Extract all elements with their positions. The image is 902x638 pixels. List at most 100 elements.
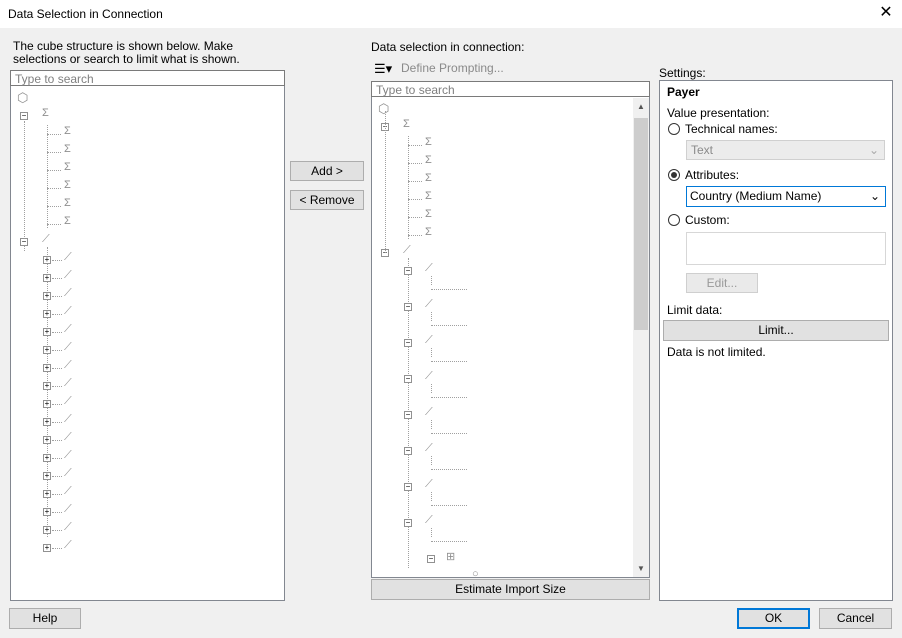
tree-connector	[431, 348, 432, 357]
settings-panel: Payer Value presentation: Technical name…	[659, 80, 893, 601]
tree-connector	[431, 528, 432, 537]
add-button[interactable]: Add >	[290, 161, 364, 181]
expand-toggle-icon[interactable]: +	[43, 508, 51, 516]
expand-toggle-icon[interactable]: +	[43, 544, 51, 552]
sigma-icon: Σ	[64, 197, 71, 209]
tree-connector	[431, 433, 467, 434]
expand-toggle-icon[interactable]: +	[43, 400, 51, 408]
list-menu-icon[interactable]: ☰▾	[374, 61, 392, 77]
collapse-toggle-icon[interactable]: −	[404, 267, 412, 275]
tree-connector	[52, 404, 62, 405]
expand-toggle-icon[interactable]: +	[43, 418, 51, 426]
tree-connector	[52, 260, 62, 261]
expand-toggle-icon[interactable]: +	[43, 274, 51, 282]
collapse-toggle-icon[interactable]: −	[20, 238, 28, 246]
scroll-up-icon[interactable]: ▲	[637, 102, 645, 111]
tree-connector	[52, 332, 62, 333]
expand-toggle-icon[interactable]: +	[43, 382, 51, 390]
tree-connector	[408, 181, 422, 182]
collapse-toggle-icon[interactable]: −	[427, 555, 435, 563]
collapse-toggle-icon[interactable]: −	[20, 112, 28, 120]
tree-connector	[47, 188, 61, 189]
dimension-icon: ⟋	[425, 514, 433, 526]
expand-toggle-icon[interactable]: +	[43, 256, 51, 264]
edit-button[interactable]: Edit...	[686, 273, 758, 293]
custom-radio[interactable]	[668, 214, 680, 226]
limit-status: Data is not limited.	[667, 345, 766, 359]
center-selection-tree[interactable]: ⬡ − Σ Σ Σ Σ Σ Σ Σ − ⟋ − ⟋ − ⟋ − ⟋ − ⟋ − ⟋ − ⟋ − ⟋ − ⟋ − ⊞ ○	[371, 97, 650, 578]
dimension-icon: ⟋	[425, 298, 433, 310]
define-prompting-button[interactable]: Define Prompting...	[401, 61, 504, 75]
expand-toggle-icon[interactable]: +	[43, 310, 51, 318]
limit-data-label: Limit data:	[667, 303, 723, 317]
expand-toggle-icon[interactable]: +	[43, 292, 51, 300]
tree-connector	[47, 170, 61, 171]
tree-connector	[52, 530, 62, 531]
tree-connector	[47, 206, 61, 207]
tree-connector	[47, 224, 61, 225]
expand-toggle-icon[interactable]: +	[43, 526, 51, 534]
center-search-input[interactable]: Type to search	[371, 81, 650, 97]
tree-connector	[431, 325, 467, 326]
expand-toggle-icon[interactable]: +	[43, 454, 51, 462]
help-button[interactable]: Help	[9, 608, 81, 629]
cube-icon: ⬡	[17, 90, 29, 105]
ok-button[interactable]: OK	[737, 608, 810, 629]
technical-names-select[interactable]: Text ⌄	[686, 140, 885, 160]
center-header: Data selection in connection:	[371, 40, 525, 54]
sigma-icon: Σ	[64, 143, 71, 155]
left-search-input[interactable]: Type to search	[10, 70, 285, 86]
technical-names-radio[interactable]	[668, 123, 680, 135]
tree-connector	[47, 152, 61, 153]
scrollbar-thumb[interactable]	[634, 118, 648, 330]
cancel-button[interactable]: Cancel	[819, 608, 892, 629]
remove-button[interactable]: < Remove	[290, 190, 364, 210]
sigma-icon: Σ	[64, 161, 71, 173]
limit-button[interactable]: Limit...	[663, 320, 889, 341]
tree-connector	[52, 440, 62, 441]
attributes-radio[interactable]	[668, 169, 680, 181]
collapse-toggle-icon[interactable]: −	[404, 411, 412, 419]
dimension-icon: ⟋	[425, 406, 433, 418]
dimension-icon: ⟋	[64, 413, 72, 425]
dimension-icon: ⟋	[64, 485, 72, 497]
dimension-icon: ⟋	[64, 539, 72, 551]
tree-connector	[408, 199, 422, 200]
center-scrollbar[interactable]: ▲ ▼	[633, 98, 649, 577]
left-cube-tree[interactable]: ⬡ − Σ Σ Σ Σ Σ Σ Σ − ⟋ + ⟋ + ⟋ + ⟋ + ⟋ + ⟋ + ⟋ + ⟋ + ⟋ + ⟋ + ⟋ + ⟋ + ⟋ + ⟋ + ⟋ +…	[10, 86, 285, 601]
tree-connector	[52, 422, 62, 423]
collapse-toggle-icon[interactable]: −	[404, 303, 412, 311]
scroll-down-icon[interactable]: ▼	[637, 564, 645, 573]
sigma-icon: Σ	[425, 154, 432, 166]
expand-toggle-icon[interactable]: +	[43, 436, 51, 444]
collapse-toggle-icon[interactable]: −	[404, 375, 412, 383]
dimension-icon: ⟋	[425, 478, 433, 490]
technical-names-label: Technical names:	[685, 122, 778, 136]
dimension-icon: ⟋	[64, 305, 72, 317]
sigma-icon: Σ	[403, 118, 410, 130]
expand-toggle-icon[interactable]: +	[43, 328, 51, 336]
expand-toggle-icon[interactable]: +	[43, 490, 51, 498]
expand-toggle-icon[interactable]: +	[43, 364, 51, 372]
custom-input[interactable]	[686, 232, 886, 265]
sigma-icon: Σ	[425, 208, 432, 220]
tree-connector	[52, 368, 62, 369]
expand-toggle-icon[interactable]: +	[43, 346, 51, 354]
expand-toggle-icon[interactable]: +	[43, 472, 51, 480]
tree-connector	[408, 217, 422, 218]
collapse-toggle-icon[interactable]: −	[404, 447, 412, 455]
dimension-icon: ⟋	[64, 395, 72, 407]
tree-connector	[52, 494, 62, 495]
tree-connector	[52, 512, 62, 513]
sigma-icon: Σ	[425, 136, 432, 148]
dimension-icon: ⟋	[403, 244, 411, 256]
dimension-icon: ⟋	[42, 233, 50, 245]
attributes-select[interactable]: Country (Medium Name) ⌄	[686, 186, 886, 207]
collapse-toggle-icon[interactable]: −	[404, 519, 412, 527]
collapse-toggle-icon[interactable]: −	[404, 483, 412, 491]
dimension-icon: ⟋	[425, 442, 433, 454]
tree-connector	[52, 458, 62, 459]
close-icon[interactable]: ✕	[876, 3, 896, 23]
estimate-import-size-button[interactable]: Estimate Import Size	[371, 579, 650, 600]
collapse-toggle-icon[interactable]: −	[404, 339, 412, 347]
